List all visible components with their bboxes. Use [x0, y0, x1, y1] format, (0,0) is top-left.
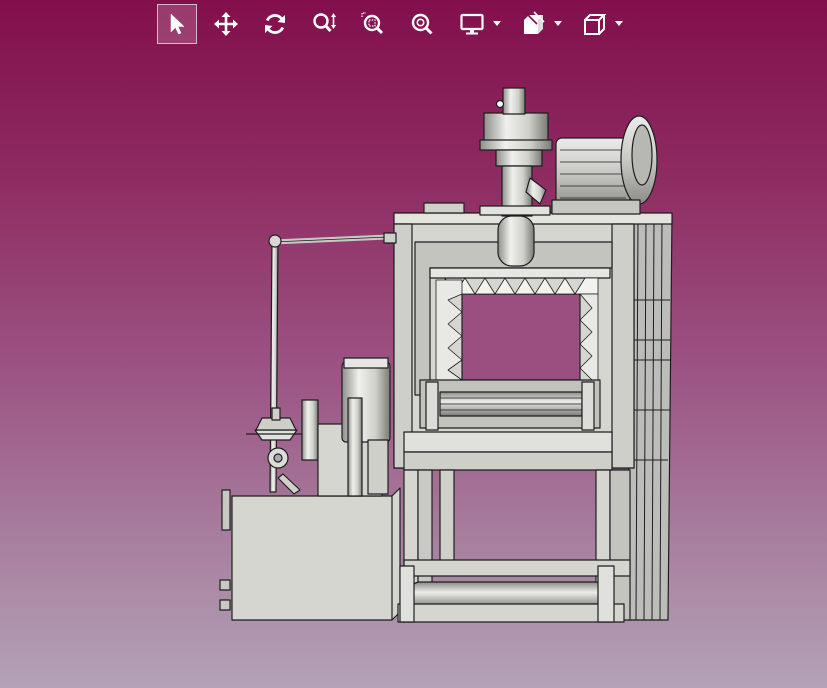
machine-3d-model [219, 87, 673, 623]
chevron-down-icon[interactable] [615, 21, 623, 26]
monitor-icon [460, 13, 484, 35]
viewer-toolbar [157, 4, 634, 44]
section-box-icon [524, 11, 545, 34]
chevron-down-icon[interactable] [493, 21, 501, 26]
view-orientation-button[interactable] [573, 4, 625, 44]
select-tool-button[interactable] [157, 4, 197, 44]
zoom-tool-button[interactable] [304, 4, 344, 44]
section-view-button[interactable] [512, 4, 564, 44]
cube-icon [584, 14, 607, 35]
zoom-fit-button[interactable] [402, 4, 442, 44]
move-arrows-icon [214, 12, 238, 36]
chevron-down-icon[interactable] [554, 21, 562, 26]
rotate-icon [265, 14, 285, 34]
3d-viewport[interactable] [0, 48, 827, 688]
zoom-window-icon [361, 12, 384, 35]
arrow-cursor-icon [170, 13, 185, 35]
display-mode-button[interactable] [451, 4, 503, 44]
zoom-vertical-icon [313, 13, 336, 33]
zoom-fit-icon [411, 13, 433, 35]
rotate-tool-button[interactable] [255, 4, 295, 44]
pan-tool-button[interactable] [206, 4, 246, 44]
zoom-window-button[interactable] [353, 4, 393, 44]
